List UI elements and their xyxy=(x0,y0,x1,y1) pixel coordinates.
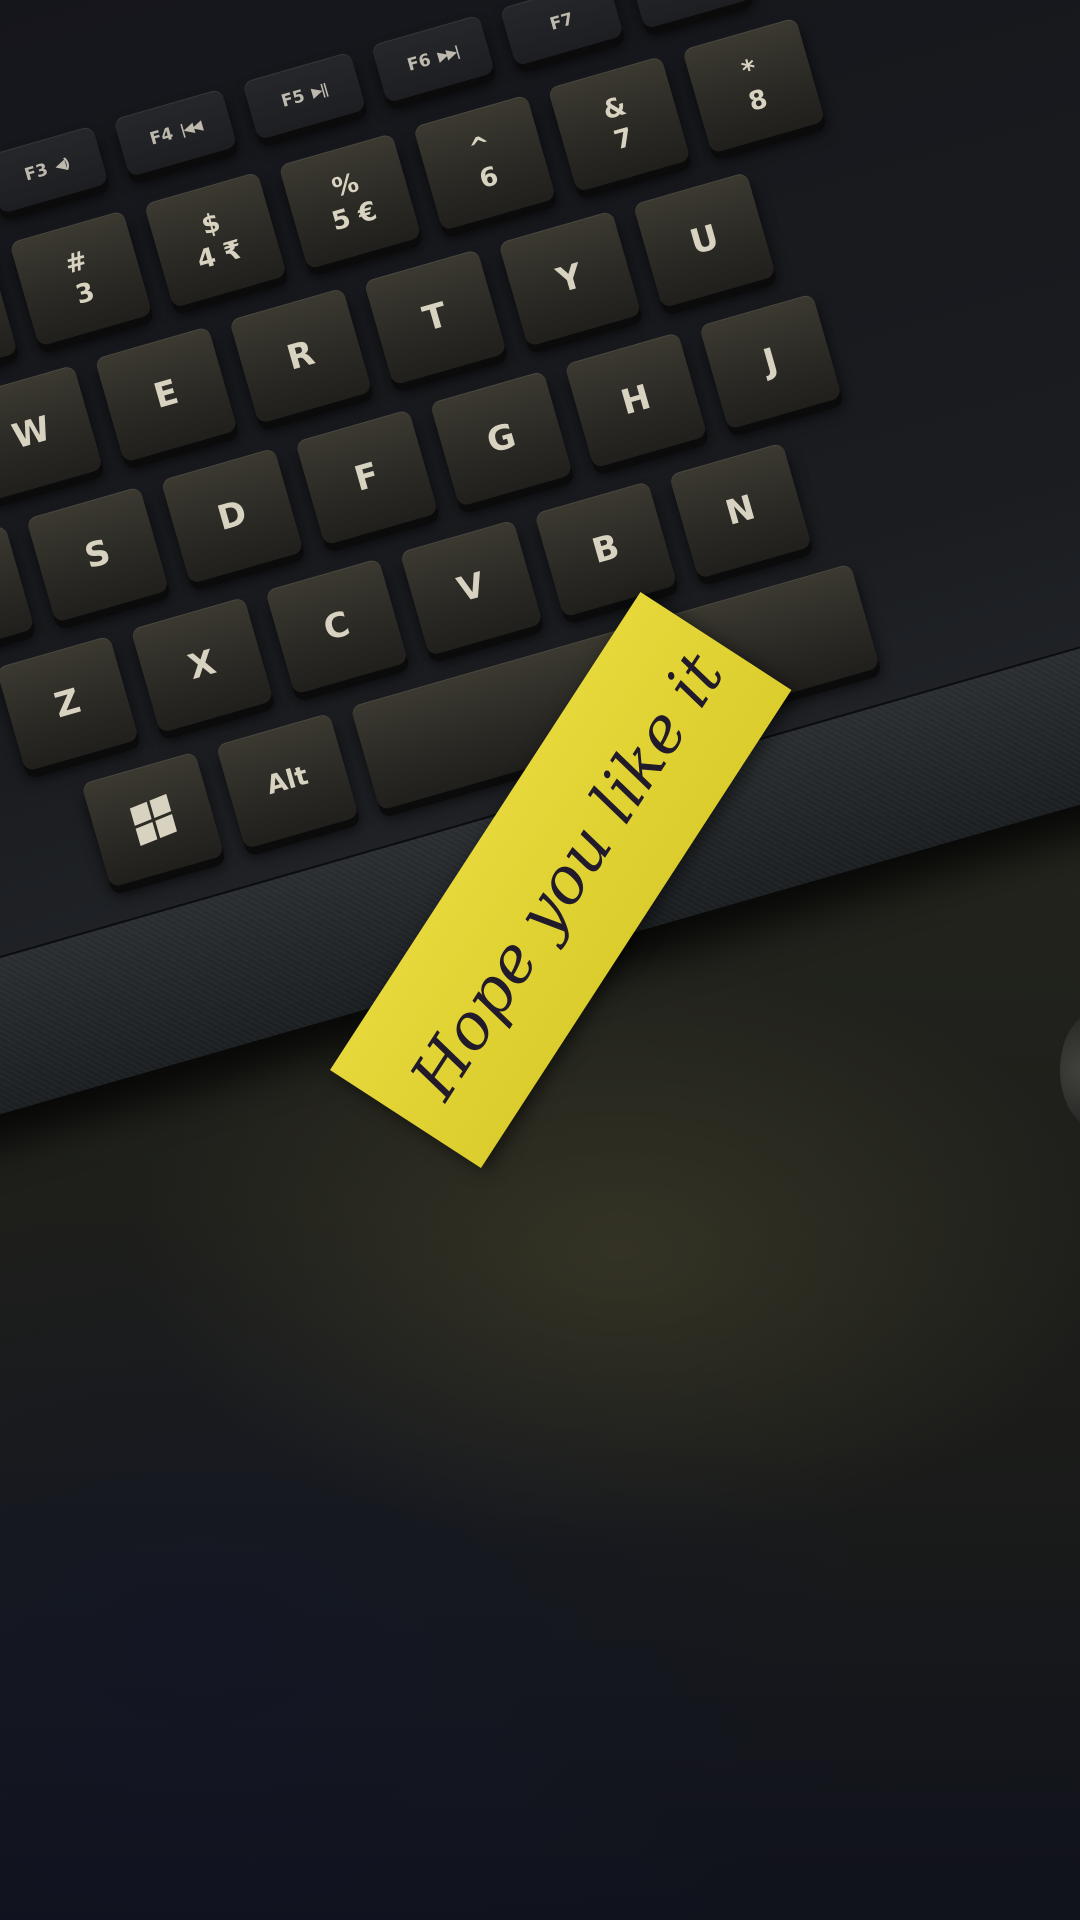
key-h[interactable]: H xyxy=(564,332,708,469)
key-b-label: B xyxy=(587,526,624,573)
windows-key[interactable] xyxy=(81,751,225,888)
f7-key[interactable]: F7 xyxy=(499,0,624,67)
key-r[interactable]: R xyxy=(229,287,373,425)
key-a[interactable]: A xyxy=(0,524,35,662)
key-w-label: W xyxy=(8,408,56,458)
key-6-label: 6 xyxy=(476,161,502,196)
key-5[interactable]: % 5 € xyxy=(278,133,422,270)
f6-key[interactable]: F6 ▶▶| xyxy=(370,14,496,104)
key-j-label: J xyxy=(758,340,783,383)
key-3-label: 3 xyxy=(72,276,99,311)
f6-label: F6 xyxy=(405,49,434,76)
f8-key[interactable]: F8 ▭ xyxy=(628,0,753,30)
key-4-label: 4 ₹ xyxy=(193,234,246,276)
key-5-shift-label: % xyxy=(328,167,363,204)
f3-label: F3 xyxy=(22,159,51,186)
key-7-label: 7 xyxy=(610,122,637,157)
key-6[interactable]: ^ 6 xyxy=(412,94,557,231)
key-4[interactable]: $ 4 ₹ xyxy=(143,171,288,309)
key-n-label: N xyxy=(721,487,760,534)
key-8-label: 8 xyxy=(745,84,771,118)
key-u[interactable]: U xyxy=(632,171,777,309)
f4-label: F4 xyxy=(147,123,176,150)
play-pause-icon: ▶|| xyxy=(309,81,329,102)
key-t[interactable]: T xyxy=(363,249,507,386)
key-y[interactable]: Y xyxy=(498,210,642,347)
key-e[interactable]: E xyxy=(94,326,238,463)
key-2[interactable]: @ 2 xyxy=(0,248,18,386)
key-r-label: R xyxy=(282,333,319,379)
key-z-label: Z xyxy=(50,680,85,727)
key-3[interactable]: # 3 xyxy=(9,210,153,347)
next-track-icon: ▶▶| xyxy=(435,44,461,66)
key-z[interactable]: Z xyxy=(0,635,140,772)
key-c[interactable]: C xyxy=(265,558,409,695)
mouse-edge xyxy=(1060,1010,1080,1130)
f7-label: F7 xyxy=(547,8,576,35)
alt-key[interactable]: Alt xyxy=(215,712,359,850)
key-7-shift-label: & xyxy=(599,91,630,127)
key-u-label: U xyxy=(685,217,724,264)
f5-key[interactable]: F5 ▶|| xyxy=(242,51,367,141)
key-d-label: D xyxy=(213,492,252,540)
key-g-label: G xyxy=(482,415,521,462)
key-j[interactable]: J xyxy=(698,293,843,430)
key-d[interactable]: D xyxy=(160,447,304,585)
key-s-label: S xyxy=(80,531,115,578)
key-8[interactable]: * 8 xyxy=(682,17,826,154)
key-n[interactable]: N xyxy=(668,442,813,579)
key-h-label: H xyxy=(616,377,656,424)
key-e-label: E xyxy=(149,372,183,417)
key-8-shift-label: * xyxy=(738,53,761,87)
key-t-label: T xyxy=(418,294,452,340)
f4-key[interactable]: F4 |◀◀ xyxy=(113,88,238,178)
f5-label: F5 xyxy=(278,85,308,112)
key-x-label: X xyxy=(183,642,221,688)
key-f[interactable]: F xyxy=(295,409,439,546)
key-b[interactable]: B xyxy=(534,481,678,618)
key-v[interactable]: V xyxy=(399,519,543,657)
key-s[interactable]: S xyxy=(26,486,170,623)
key-x[interactable]: X xyxy=(130,596,274,734)
key-6-shift-label: ^ xyxy=(465,129,495,165)
key-7[interactable]: & 7 xyxy=(547,55,691,193)
alt-key-label: Alt xyxy=(263,760,312,802)
key-g[interactable]: G xyxy=(429,370,573,507)
key-v-label: V xyxy=(453,565,490,611)
volume-down-icon: ◀) xyxy=(53,155,71,175)
f3-key[interactable]: F3 ◀) xyxy=(0,125,109,214)
key-f-label: F xyxy=(350,454,384,500)
previous-track-icon: |◀◀ xyxy=(178,117,203,139)
key-4-shift-label: $ xyxy=(198,207,224,242)
key-y-label: Y xyxy=(552,256,588,302)
key-w[interactable]: W xyxy=(0,364,104,502)
key-3-shift-label: # xyxy=(61,245,92,281)
key-c-label: C xyxy=(319,603,355,650)
windows-logo-icon xyxy=(129,793,177,846)
photo-scene: F3 ◀) F4 |◀◀ F5 ▶|| F6 ▶▶| F7 F8 ▭ xyxy=(0,0,1080,1920)
